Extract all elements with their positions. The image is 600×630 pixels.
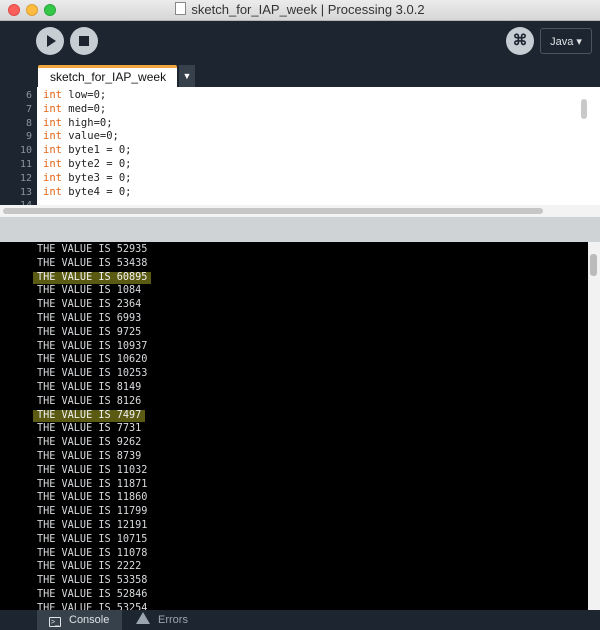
- editor-horizontal-scrollbar[interactable]: [3, 208, 543, 214]
- line-number: 9: [25, 131, 32, 143]
- tab-sketch[interactable]: sketch_for_IAP_week: [38, 65, 177, 87]
- console-line: THE VALUE IS 11078: [37, 547, 148, 559]
- console-line: THE VALUE IS 11799: [37, 506, 148, 518]
- play-icon: [47, 35, 56, 47]
- code-text: high=0;: [61, 116, 113, 129]
- tab-bar: sketch_for_IAP_week ▼: [0, 65, 600, 87]
- code-text: med=0;: [61, 102, 107, 115]
- console-line: THE VALUE IS 8126: [37, 395, 142, 407]
- window-title-wrap: sketch_for_IAP_week | Processing 3.0.2: [0, 2, 600, 17]
- code-text: low=0;: [61, 89, 107, 101]
- document-icon: [175, 2, 187, 15]
- code-keyword: int: [43, 144, 62, 157]
- stop-icon: [79, 36, 89, 46]
- console-output: THE VALUE IS 52935 THE VALUE IS 53438 THE …: [0, 242, 600, 610]
- code-text: byte1 = 0;: [61, 144, 132, 157]
- code-line: int med=0;: [43, 103, 106, 115]
- console-line: THE VALUE IS 53254: [37, 602, 148, 610]
- console-line: THE VALUE IS 53438: [37, 257, 148, 269]
- console-line: THE VALUE IS 11860: [37, 492, 148, 504]
- console-icon: >_: [49, 617, 61, 627]
- console-line: THE VALUE IS 8149: [37, 382, 142, 393]
- code-line: int byte1 = 0;: [43, 144, 132, 156]
- warning-icon: [136, 612, 150, 624]
- code-line: int low=0;: [43, 89, 106, 101]
- line-number: 11: [19, 159, 32, 170]
- console-line: THE VALUE IS 10937: [37, 340, 148, 352]
- console-line: THE VALUE IS 7731: [37, 423, 142, 435]
- code-keyword: int: [43, 89, 62, 101]
- stop-button[interactable]: [70, 27, 98, 55]
- console-scrollbar[interactable]: [590, 254, 597, 276]
- tab-menu-button[interactable]: ▼: [179, 65, 195, 87]
- run-button[interactable]: [36, 27, 64, 55]
- status-bar: >_ Console Errors: [0, 610, 600, 630]
- code-line: int byte2 = 0;: [43, 158, 132, 170]
- code-text: byte2 = 0;: [61, 158, 132, 170]
- line-number: 6: [25, 90, 32, 101]
- console-scroll-track: [588, 242, 600, 610]
- line-number: 8: [25, 117, 32, 129]
- title-bar: sketch_for_IAP_week | Processing 3.0.2: [0, 0, 600, 21]
- window-title: sketch_for_IAP_week | Processing 3.0.2: [191, 2, 425, 17]
- code-line: int byte4 = 0;: [43, 186, 132, 198]
- errors-tab[interactable]: Errors: [136, 610, 221, 630]
- code-keyword: int: [43, 185, 62, 198]
- code-line: int byte3 = 0;: [43, 172, 132, 184]
- console-line: THE VALUE IS 52846: [37, 589, 148, 600]
- console-line: THE VALUE IS 11032: [37, 464, 148, 476]
- console-line: THE VALUE IS 1084: [37, 285, 142, 297]
- console-line: THE VALUE IS 12191: [37, 520, 148, 531]
- code-keyword: int: [43, 102, 62, 115]
- code-line: int value=0;: [43, 130, 119, 142]
- console-line: THE VALUE IS 10715: [37, 533, 148, 545]
- code-keyword: int: [43, 116, 62, 129]
- line-number: 7: [25, 103, 32, 115]
- console-line: THE VALUE IS 2222: [37, 561, 142, 573]
- console-line: THE VALUE IS 2364: [37, 299, 142, 311]
- errors-tab-label: Errors: [158, 614, 188, 626]
- code-text: byte4 = 0;: [61, 185, 132, 198]
- debugger-button[interactable]: ⌘: [506, 27, 534, 55]
- console-line: THE VALUE IS 10620: [37, 354, 148, 366]
- console-line: THE VALUE IS 10253: [37, 368, 148, 380]
- code-line: int high=0;: [43, 117, 113, 129]
- console-line-highlighted: THE VALUE IS 60895: [33, 271, 152, 284]
- console-line: THE VALUE IS 11871: [37, 478, 148, 490]
- line-number: 10: [19, 145, 32, 157]
- code-keyword: int: [43, 130, 62, 143]
- editor-console-divider[interactable]: [0, 217, 600, 243]
- butterfly-icon: ⌘: [512, 32, 528, 49]
- console-line-highlighted: THE VALUE IS 7497: [33, 409, 146, 422]
- code-keyword: int: [43, 158, 62, 170]
- toolbar: ⌘ Java ▾: [0, 21, 600, 65]
- console-line: THE VALUE IS 6993: [37, 313, 142, 324]
- editor-vertical-scrollbar[interactable]: [581, 99, 587, 119]
- console-tab-label: Console: [69, 614, 110, 626]
- code-keyword: int: [43, 171, 62, 184]
- code-text: value=0;: [61, 130, 119, 143]
- editor-horizontal-scroll-track: [0, 205, 600, 217]
- console-line: THE VALUE IS 9725: [37, 326, 142, 338]
- console-line: THE VALUE IS 9262: [37, 437, 142, 449]
- console-tab[interactable]: >_ Console: [37, 610, 122, 630]
- mode-selector[interactable]: Java ▾: [540, 28, 592, 54]
- line-number: 12: [19, 172, 32, 184]
- console-line: THE VALUE IS 8739: [37, 451, 142, 462]
- line-number: 13: [19, 186, 32, 198]
- console-line: THE VALUE IS 53358: [37, 575, 148, 587]
- console-line: THE VALUE IS 52935: [37, 244, 148, 255]
- code-text: byte3 = 0;: [61, 171, 132, 184]
- code-editor[interactable]: 6 int low=0; 7 int med=0; 8 int high=0; 9 int v…: [0, 87, 600, 217]
